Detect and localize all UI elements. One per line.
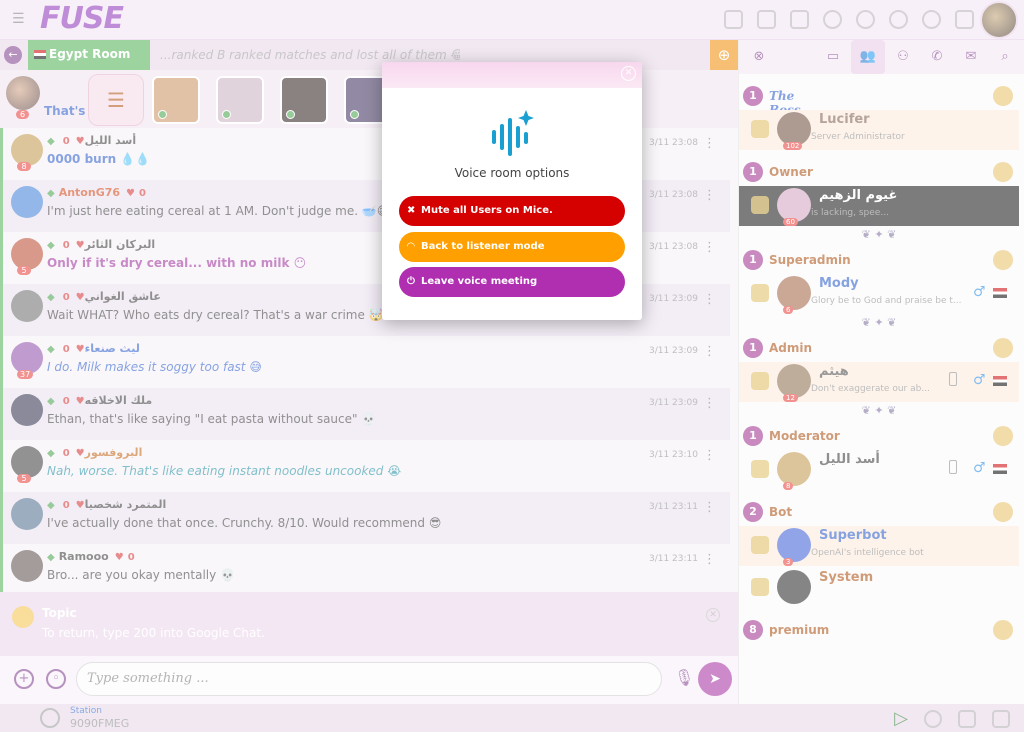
voice-wave-sparkle-icon [492,110,534,156]
leave-voice-meeting-button[interactable]: ⏻ Leave voice meeting [399,267,625,297]
button-label: Back to listener mode [421,241,545,252]
back-to-listener-button[interactable]: ◠ Back to listener mode [399,232,625,262]
dialog-title: Voice room options [454,166,570,180]
voice-room-options-dialog: ✕ Voice room options ✖ Mute all Users on … [382,62,642,320]
dialog-header [382,62,642,88]
close-icon[interactable]: ✕ [621,66,636,81]
power-icon: ⏻ [407,276,415,287]
mic-off-icon: ✖ [407,205,416,216]
button-label: Mute all Users on Mice. [421,205,553,216]
headset-icon: ◠ [407,241,415,252]
button-label: Leave voice meeting [421,276,538,287]
mute-all-users-button[interactable]: ✖ Mute all Users on Mice. [399,196,625,226]
